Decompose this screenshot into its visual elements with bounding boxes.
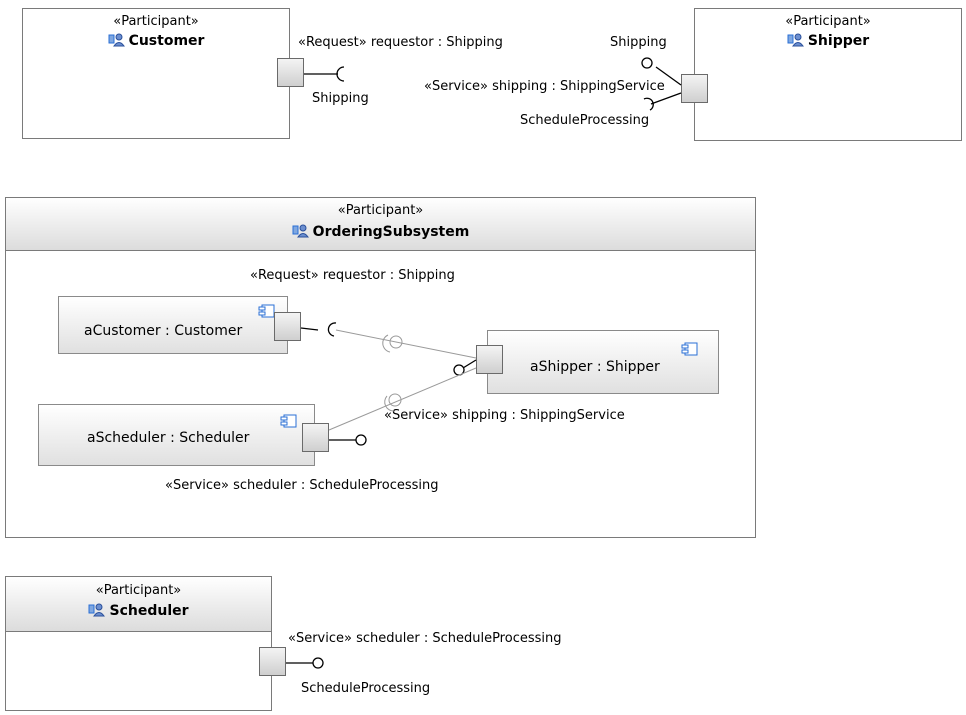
- scheduler-lollipop-icon: [312, 657, 324, 669]
- assembly-connector-scheduler-shipper: [328, 367, 477, 431]
- a-shipper-wire: [462, 359, 477, 369]
- a-customer-socket-icon: [327, 322, 337, 337]
- connector-layer: [286, 57, 682, 669]
- assembly-connector-customer-shipper: [335, 329, 477, 359]
- shipper-lollipop-icon: [641, 57, 653, 69]
- shipper-provided-wire: [655, 66, 682, 86]
- a-customer-wire: [300, 327, 319, 331]
- shipper-required-wire: [650, 92, 682, 105]
- a-scheduler-lollipop-icon: [355, 434, 367, 446]
- customer-socket-icon: [336, 66, 345, 82]
